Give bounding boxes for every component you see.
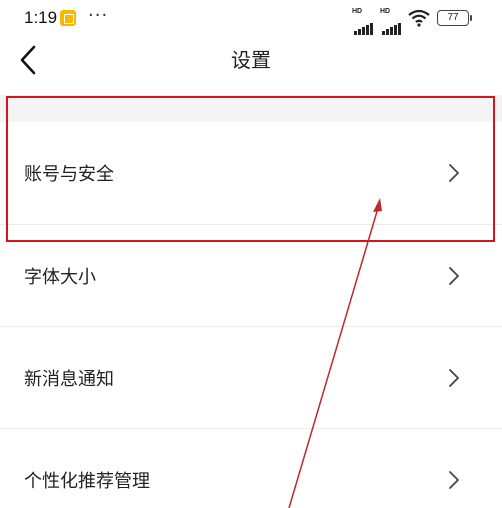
- wifi-icon: [408, 9, 430, 27]
- settings-item-account-security[interactable]: 账号与安全: [0, 122, 502, 224]
- battery-icon: 77: [437, 10, 472, 26]
- chevron-right-icon: [449, 470, 459, 489]
- chevron-right-icon: [449, 368, 459, 387]
- settings-item-label: 新消息通知: [24, 368, 114, 390]
- status-time: 1:19: [24, 8, 58, 27]
- notification-app-icon: [60, 10, 76, 26]
- cellular-signal-icon-2: HD: [380, 8, 406, 35]
- settings-item-label: 账号与安全: [24, 164, 114, 185]
- chevron-right-icon: [449, 164, 459, 182]
- more-notifications-icon: ···: [88, 5, 109, 26]
- nav-bar: 设置: [0, 38, 502, 94]
- settings-list: 账号与安全 字体大小 新消息通知 个性化推荐管理: [0, 122, 502, 508]
- cellular-signal-icon: HD: [352, 8, 378, 35]
- settings-item-font-size[interactable]: 字体大小: [0, 224, 502, 326]
- chevron-right-icon: [449, 266, 459, 285]
- settings-item-new-message-notification[interactable]: 新消息通知: [0, 326, 502, 428]
- settings-item-label: 字体大小: [24, 266, 96, 288]
- settings-item-label: 个性化推荐管理: [24, 470, 150, 492]
- settings-item-personalized-recommendation[interactable]: 个性化推荐管理: [0, 428, 502, 508]
- page-title: 设置: [231, 48, 271, 72]
- section-gap: [0, 95, 502, 122]
- status-bar: 1:19 ··· HD HD 77: [0, 0, 502, 38]
